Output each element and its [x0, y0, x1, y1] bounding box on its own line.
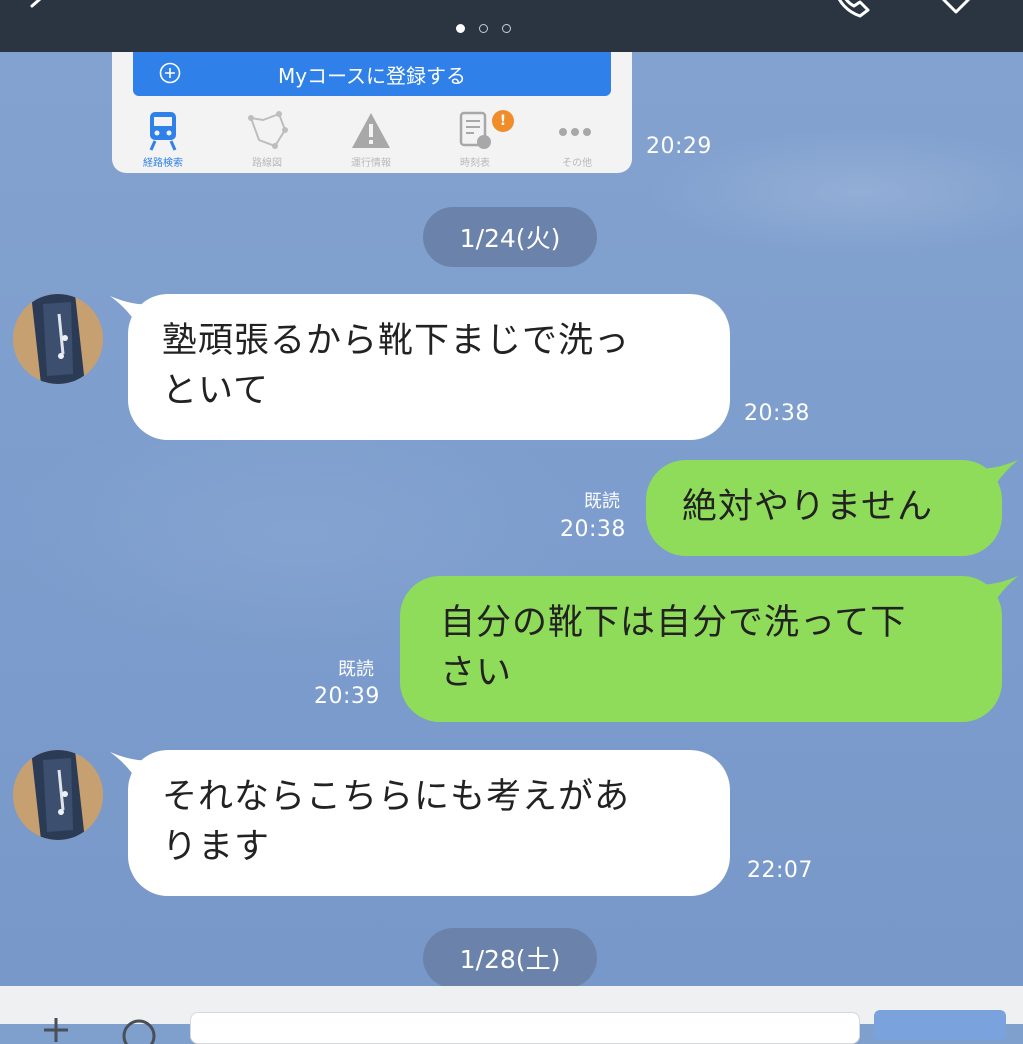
tab-route-search: 経路検索: [118, 110, 208, 173]
plus-circle-icon: [159, 62, 181, 84]
message-text-line: といて: [162, 371, 269, 411]
page-dot: [502, 24, 511, 33]
page-dot: [479, 24, 488, 33]
message-text-line: 塾頑張るから靴下まじで洗っ: [162, 321, 631, 361]
tab-route-map: 路線図: [222, 110, 312, 173]
register-label: Myコースに登録する: [277, 63, 467, 88]
warning-icon: [352, 113, 390, 148]
route-map-icon: [248, 111, 288, 149]
avatar-image: [13, 750, 103, 840]
message-time: 20:38: [744, 401, 810, 426]
shared-screenshot[interactable]: Myコースに登録する 経路検索 路線図 運行情報 時刻表 その他: [112, 52, 632, 173]
more-icon: [559, 128, 591, 136]
message-text-line: それならこちらにも考えがあ: [162, 777, 631, 817]
plus-icon[interactable]: [36, 1012, 76, 1042]
avatar[interactable]: [13, 294, 103, 384]
train-icon: [149, 112, 177, 151]
timetable-icon: [459, 111, 491, 149]
avatar-image: [13, 294, 103, 384]
date-separator: 1/24(火): [423, 207, 597, 267]
send-button[interactable]: [874, 1010, 1006, 1040]
notification-badge: !: [492, 110, 514, 132]
message-text: 絶対やりません: [682, 487, 933, 527]
register-my-course-button: Myコースに登録する: [133, 52, 611, 96]
message-bubble-outgoing[interactable]: 自分の靴下は自分で洗って下 さい: [400, 576, 1002, 722]
message-bubble-incoming[interactable]: それならこちらにも考えがあ ります: [128, 750, 730, 896]
bubble-tail: [974, 576, 1018, 610]
message-bubble-outgoing[interactable]: 絶対やりません: [646, 460, 1002, 556]
date-separator: 1/28(土): [423, 928, 597, 988]
tab-label: 路線図: [252, 158, 282, 169]
message-time: 20:29: [646, 134, 712, 159]
tab-other: その他: [532, 110, 622, 173]
chevron-down-icon[interactable]: [936, 0, 976, 16]
message-text-line: 自分の靴下は自分で洗って下: [440, 603, 907, 643]
phone-icon[interactable]: [828, 0, 872, 18]
read-receipt: 既読: [338, 659, 374, 680]
message-time: 22:07: [747, 858, 813, 883]
tab-label: 時刻表: [460, 158, 490, 169]
message-time: 20:39: [314, 684, 380, 709]
app-tab-bar: 経路検索 路線図 運行情報 時刻表 その他: [112, 104, 632, 173]
message-bubble-incoming[interactable]: 塾頑張るから靴下まじで洗っ といて: [128, 294, 730, 440]
camera-icon[interactable]: [112, 1014, 166, 1044]
read-receipt: 既読: [584, 491, 620, 512]
tab-label: 経路検索: [143, 158, 183, 169]
tab-service-info: 運行情報: [326, 110, 416, 173]
back-arrow-icon[interactable]: [26, 0, 52, 16]
tab-label: 運行情報: [351, 158, 391, 169]
avatar[interactable]: [13, 750, 103, 840]
page-indicator: [456, 24, 511, 33]
page-dot-active: [456, 24, 465, 33]
message-text-line: さい: [440, 653, 513, 693]
message-input-bar: [0, 986, 1023, 1044]
message-time: 20:38: [560, 517, 626, 542]
message-text-line: ります: [162, 827, 271, 867]
bubble-tail: [974, 460, 1018, 494]
chat-header: [0, 0, 1023, 52]
message-input[interactable]: [190, 1012, 860, 1044]
tab-label: その他: [562, 158, 592, 169]
